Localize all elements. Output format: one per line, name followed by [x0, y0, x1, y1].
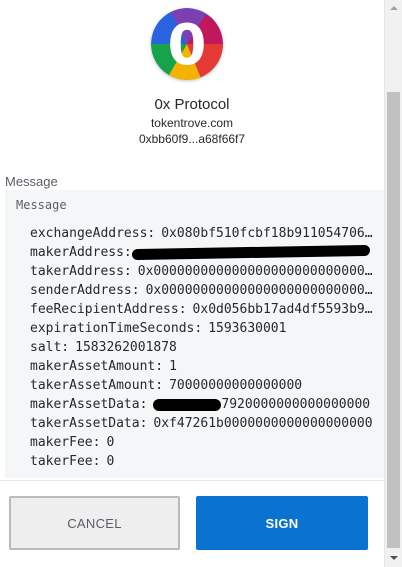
origin-domain: tokentrove.com — [150, 116, 234, 130]
message-row: takerAddress: 0x0000000000000000000000000… — [30, 262, 380, 281]
row-key: takerFee: — [30, 454, 101, 469]
row-value: 1 — [169, 359, 177, 374]
message-row: makerAddress: — [30, 243, 380, 262]
message-row: takerFee: 0 — [30, 452, 380, 471]
row-key: makerAddress: — [30, 245, 132, 260]
row-key: expirationTimeSeconds: — [30, 321, 203, 336]
footer-divider — [0, 480, 384, 481]
row-key: feeRecipientAddress: — [30, 302, 187, 317]
message-row: makerAssetData: 7920000000000000000 — [30, 395, 380, 414]
message-row: makerAssetAmount: 1 — [30, 357, 380, 376]
row-key: takerAssetAmount: — [30, 378, 164, 393]
row-value: 0x080bf510fcbf18b91105470639e95610229377… — [161, 226, 380, 241]
row-value: 0xf47261b0000000000000000000 — [153, 416, 373, 431]
row-key: takerAssetData: — [30, 416, 148, 431]
message-row: makerFee: 0 — [30, 433, 380, 452]
message-row: senderAddress: 0x000000000000000000000000… — [30, 281, 380, 300]
row-key: makerAssetAmount: — [30, 359, 164, 374]
vertical-scrollbar[interactable] — [384, 0, 402, 567]
message-row: salt: 1583262001878 — [30, 338, 380, 357]
message-row: takerAssetAmount: 70000000000000000 — [30, 376, 380, 395]
cancel-button[interactable]: CANCEL — [9, 496, 180, 550]
message-row: expirationTimeSeconds: 1593630001 — [30, 319, 380, 338]
sign-button[interactable]: SIGN — [196, 496, 368, 550]
message-row: exchangeAddress: 0x080bf510fcbf18b9110547… — [30, 224, 380, 243]
svg-text:0: 0 — [168, 13, 207, 78]
row-value: 7920000000000000000 — [221, 397, 371, 412]
app-title: 0x Protocol — [154, 96, 230, 113]
message-row: takerAssetData: 0xf47261b0000000000000000… — [30, 414, 380, 433]
row-key: makerFee: — [30, 435, 101, 450]
row-value: 1583262001878 — [75, 340, 177, 355]
row-value: 0 — [106, 435, 115, 450]
row-value: 0 — [106, 454, 115, 469]
scroll-up-arrow-icon[interactable] — [385, 0, 402, 17]
0x-logo-icon: 0 — [151, 8, 223, 80]
message-root-label: Message — [16, 198, 67, 212]
redaction-mark — [153, 398, 222, 411]
row-value: 1593630001 — [208, 321, 287, 336]
message-row: feeRecipientAddress: 0x0d056bb17ad4df5593… — [30, 300, 380, 319]
scroll-down-arrow-icon[interactable] — [385, 550, 402, 567]
row-value: 0x00000000000000000000000000000000000000… — [145, 283, 380, 298]
account-address: 0xbb60f9...a68f66f7 — [138, 132, 246, 146]
message-box[interactable]: Message exchangeAddress: 0x080bf510fcbf18… — [5, 190, 384, 478]
row-key: makerAssetData: — [30, 397, 148, 412]
redaction-mark — [131, 244, 370, 261]
row-value: 0x00000000000000000000000000000000000000… — [137, 264, 380, 279]
row-key: exchangeAddress: — [30, 226, 156, 241]
row-key: takerAddress: — [30, 264, 132, 279]
row-key: salt: — [30, 340, 70, 355]
scrollbar-thumb[interactable] — [387, 92, 400, 548]
row-value: 0x0d056bb17ad4df5593b93a1efc29cb35ba4aa3… — [192, 302, 380, 317]
row-value: 70000000000000000 — [169, 378, 303, 393]
signature-request-panel: 0 0x Protocol tokentrove.com 0xbb60f9...… — [0, 0, 384, 567]
message-fields: exchangeAddress: 0x080bf510fcbf18b9110547… — [30, 224, 380, 471]
message-section-label: Message — [5, 174, 58, 189]
row-key: senderAddress: — [30, 283, 140, 298]
